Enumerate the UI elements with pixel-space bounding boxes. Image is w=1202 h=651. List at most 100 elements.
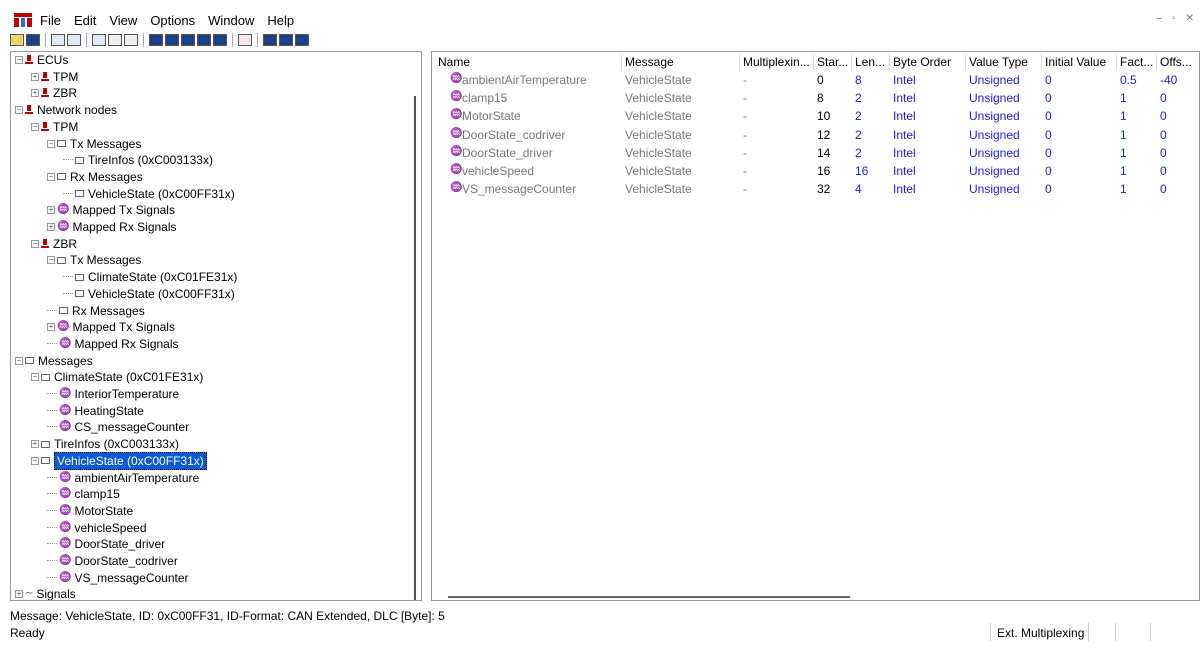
collapse-icon[interactable]: − [47, 172, 55, 181]
close-icon[interactable]: ✕ [1186, 13, 1194, 24]
view-2-icon[interactable] [165, 34, 179, 46]
tree-item[interactable]: ♒ InteriorTemperature [47, 386, 179, 402]
view-5-icon[interactable] [213, 34, 227, 46]
menu-window[interactable]: Window [208, 13, 254, 28]
open-file-icon[interactable] [10, 34, 24, 46]
tree-item[interactable]: ♒ DoorState_codriver [47, 553, 178, 569]
column-divider[interactable] [889, 54, 890, 70]
collapse-icon[interactable]: − [15, 56, 23, 64]
column-divider[interactable] [1116, 54, 1117, 70]
tree-item[interactable]: − Tx Messages [47, 136, 141, 152]
column-header[interactable]: Value Type [969, 55, 1028, 69]
tree-item[interactable]: − VehicleState (0xC00FF31x) [31, 451, 207, 470]
tile-vertical-icon[interactable] [295, 34, 309, 46]
tree-item[interactable]: VehicleState (0xC00FF31x) [63, 186, 235, 202]
tree-item[interactable]: ♒ HeatingState [47, 403, 144, 419]
tree-item[interactable]: − Messages [15, 353, 93, 369]
tree-item[interactable]: ♒ DoorState_driver [47, 536, 165, 552]
collapse-icon[interactable]: − [31, 373, 39, 382]
table-row[interactable]: ♒ MotorState VehicleState -10 2 Intel Unsigned… [432, 109, 1199, 127]
abc-icon[interactable] [238, 34, 252, 46]
grid-icon[interactable] [108, 34, 122, 46]
tree-item[interactable]: ♒ clamp15 [47, 486, 120, 502]
tree-item[interactable]: + ♒ Mapped Tx Signals [47, 319, 175, 335]
expand-icon[interactable]: + [47, 323, 55, 332]
table-row[interactable]: ♒ VS_messageCounter VehicleState - 32 4 Intel U… [432, 182, 1199, 200]
restore-icon[interactable]: ▫ [1172, 13, 1176, 24]
menu-help[interactable]: Help [267, 13, 294, 28]
tree-item[interactable]: + ♒ Mapped Tx Signals [47, 202, 175, 218]
column-divider[interactable] [813, 54, 814, 70]
collapse-icon[interactable]: − [15, 356, 23, 365]
column-header[interactable]: Multiplexin... [743, 55, 810, 69]
collapse-icon[interactable]: − [31, 456, 39, 465]
tree-item[interactable]: − ECUs [15, 52, 68, 68]
minimize-icon[interactable]: – [1157, 13, 1163, 24]
column-divider[interactable] [1156, 54, 1157, 70]
tree-item[interactable]: ♒ CS_messageCounter [47, 419, 189, 435]
column-header[interactable]: Len... [855, 55, 885, 69]
tree-item[interactable]: − ClimateState (0xC01FE31x) [31, 369, 203, 385]
column-header[interactable]: Star... [817, 55, 848, 69]
view-4-icon[interactable] [197, 34, 211, 46]
table-row[interactable]: ♒ vehicleSpeed VehicleState - 16 16 Intel Unsig… [432, 164, 1199, 182]
tree-item[interactable]: − Network nodes [15, 102, 117, 118]
save-icon[interactable] [26, 34, 40, 46]
column-divider[interactable] [1041, 54, 1042, 70]
tree-item[interactable]: ♒ vehicleSpeed [47, 520, 147, 536]
tree-item[interactable]: + ∼ Signals [15, 586, 76, 600]
tree-vertical-scrollbar[interactable] [414, 96, 416, 600]
menu-view[interactable]: View [109, 13, 137, 28]
properties-icon[interactable] [92, 34, 106, 46]
tree-item[interactable]: VehicleState (0xC00FF31x) [63, 286, 235, 302]
expand-icon[interactable]: + [47, 206, 55, 215]
expand-icon[interactable]: + [15, 590, 23, 599]
tree-item[interactable]: + TireInfos (0xC003133x) [31, 436, 179, 452]
column-header[interactable]: Message [625, 55, 674, 69]
tree-item[interactable]: − Tx Messages [47, 252, 141, 268]
tree-item[interactable]: TireInfos (0xC003133x) [63, 152, 213, 168]
signal-grid[interactable]: Name Message Multiplexin... Star... Len... By… [431, 51, 1200, 601]
collapse-icon[interactable]: − [47, 256, 55, 265]
tree-item[interactable]: ♒ ambientAirTemperature [47, 470, 199, 486]
expand-icon[interactable]: + [31, 89, 39, 98]
column-header[interactable]: Byte Order [893, 55, 951, 69]
expand-icon[interactable]: + [31, 72, 39, 81]
table-row[interactable]: ♒ DoorState_codriver VehicleState - 12 2 Intel… [432, 128, 1199, 146]
cascade-icon[interactable] [263, 34, 277, 46]
column-divider[interactable] [965, 54, 966, 70]
tree-item[interactable]: ♒ VS_messageCounter [47, 570, 189, 586]
column-divider[interactable] [621, 54, 622, 70]
tree-item[interactable]: + ♒ Mapped Rx Signals [47, 219, 177, 235]
view-3-icon[interactable] [181, 34, 195, 46]
column-divider[interactable] [851, 54, 852, 70]
collapse-icon[interactable]: − [47, 139, 55, 148]
column-header[interactable]: Fact... [1120, 55, 1153, 69]
view-1-icon[interactable] [149, 34, 163, 46]
paste-icon[interactable] [67, 34, 81, 46]
search-icon[interactable] [124, 34, 138, 46]
expand-icon[interactable]: + [47, 223, 55, 231]
column-header[interactable]: Name [438, 55, 470, 69]
collapse-icon[interactable]: − [31, 122, 39, 131]
table-row[interactable]: ♒ DoorState_driver VehicleState - 14 2 Intel Un… [432, 146, 1199, 164]
collapse-icon[interactable]: − [15, 106, 23, 115]
tree-item[interactable]: Rx Messages [47, 303, 145, 319]
tree-item[interactable]: ♒ Mapped Rx Signals [47, 336, 179, 352]
tree-item[interactable]: − Rx Messages [47, 169, 143, 185]
column-header[interactable]: Offs... [1160, 55, 1192, 69]
tile-horizontal-icon[interactable] [279, 34, 293, 46]
tree-item[interactable]: − TPM [31, 119, 78, 135]
tree-item[interactable]: ClimateState (0xC01FE31x) [63, 269, 237, 285]
menu-options[interactable]: Options [150, 13, 195, 28]
expand-icon[interactable]: + [31, 440, 39, 449]
collapse-icon[interactable]: − [31, 239, 39, 248]
column-divider[interactable] [739, 54, 740, 70]
column-header[interactable]: Initial Value [1045, 55, 1106, 69]
horizontal-scrollbar[interactable] [448, 596, 850, 598]
tree-item[interactable]: + TPM [31, 69, 78, 85]
tree-item[interactable]: − ZBR [31, 236, 77, 252]
copy-icon[interactable] [51, 34, 65, 46]
tree-item[interactable]: ♒ MotorState [47, 503, 133, 519]
tree-view[interactable]: − ECUs + TPM + ZBR − Network nodes − TPM − Tx Messa… [10, 51, 422, 601]
